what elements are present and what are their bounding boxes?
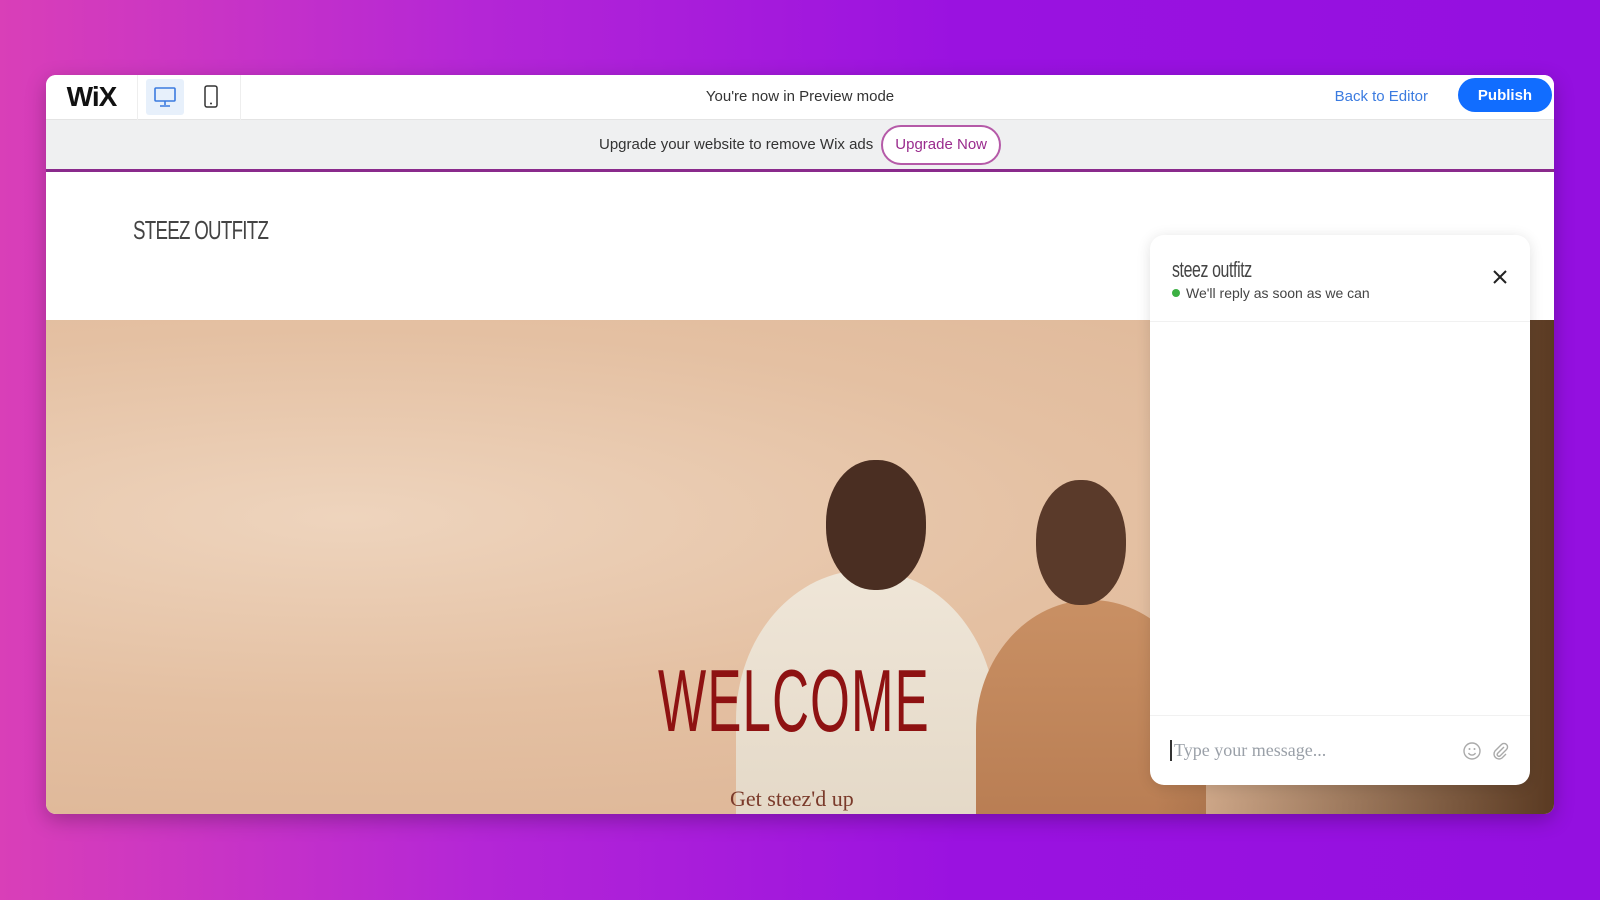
chat-status-text: We'll reply as soon as we can [1186,285,1370,301]
preview-toolbar: WiX You're now in Preview mode Back to E… [46,75,1554,120]
desktop-view-button[interactable] [146,79,184,115]
online-status-dot [1172,289,1180,297]
attachment-icon[interactable] [1490,741,1510,761]
site-title[interactable]: STEEZ OUTFITZ [133,215,269,246]
desktop-icon [154,87,176,107]
woman-head [1036,480,1126,605]
wix-logo: WiX [46,75,138,120]
browser-window: WiX You're now in Preview mode Back to E… [46,75,1554,814]
close-icon[interactable] [1488,265,1512,289]
chat-composer [1150,715,1530,785]
upgrade-banner: Upgrade your website to remove Wix ads U… [46,120,1554,172]
upgrade-now-button[interactable]: Upgrade Now [881,124,1001,165]
man-head [826,460,926,590]
hero-heading: WELCOME [658,651,930,750]
mobile-view-button[interactable] [192,79,230,115]
mobile-icon [204,85,218,108]
emoji-icon[interactable] [1462,741,1482,761]
chat-widget: steez outfitz We'll reply as soon as we … [1150,235,1530,785]
back-to-editor-link[interactable]: Back to Editor [1335,88,1428,105]
preview-mode-text: You're now in Preview mode [705,88,895,105]
upgrade-text: Upgrade your website to remove Wix ads [598,136,874,153]
chat-header: steez outfitz We'll reply as soon as we … [1150,235,1530,322]
chat-business-name: steez outfitz [1172,257,1252,282]
publish-button[interactable]: Publish [1458,78,1552,112]
chat-message-input[interactable] [1170,740,1454,761]
hero-subheading: Get steez'd up [730,786,854,811]
